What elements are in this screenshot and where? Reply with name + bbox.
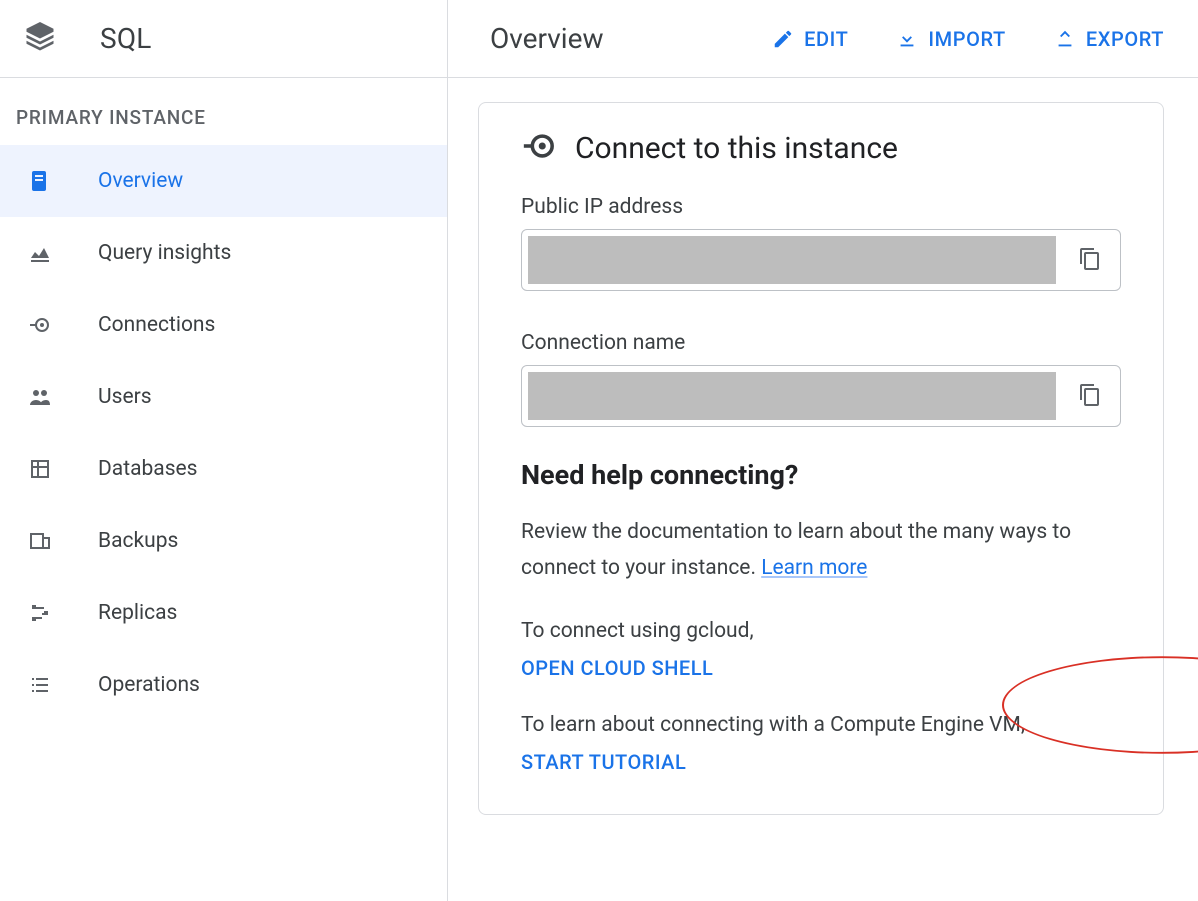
connect-icon (521, 129, 555, 167)
open-cloud-shell-button[interactable]: OPEN CLOUD SHELL (521, 656, 713, 680)
connections-icon (28, 313, 56, 337)
sidebar-item-users[interactable]: Users (0, 361, 447, 433)
help-text: Review the documentation to learn about … (521, 515, 1121, 586)
edit-button[interactable]: EDIT (772, 27, 848, 51)
edit-label: EDIT (804, 27, 848, 51)
sidebar-item-label: Users (98, 385, 152, 409)
public-ip-value (528, 236, 1056, 284)
users-icon (28, 385, 56, 409)
export-button[interactable]: EXPORT (1054, 27, 1164, 51)
sidebar: SQL PRIMARY INSTANCE Overview Query insi… (0, 0, 448, 901)
overview-icon (28, 169, 56, 193)
import-label: IMPORT (928, 27, 1005, 51)
copy-connection-name-button[interactable] (1078, 383, 1102, 410)
sidebar-item-label: Backups (98, 529, 178, 553)
connect-card: Connect to this instance Public IP addre… (478, 102, 1164, 815)
sidebar-item-label: Databases (98, 457, 198, 481)
edit-icon (772, 28, 794, 50)
gcloud-intro: To connect using gcloud, (521, 614, 1121, 650)
insights-icon (28, 241, 56, 265)
import-button[interactable]: IMPORT (896, 27, 1005, 51)
copy-public-ip-button[interactable] (1078, 247, 1102, 274)
sidebar-item-label: Operations (98, 673, 200, 697)
sidebar-item-operations[interactable]: Operations (0, 649, 447, 721)
copy-icon (1078, 383, 1102, 407)
sidebar-item-label: Query insights (98, 241, 231, 265)
operations-icon (28, 673, 56, 697)
sidebar-header: SQL (0, 0, 447, 78)
sidebar-item-connections[interactable]: Connections (0, 289, 447, 361)
databases-icon (28, 457, 56, 481)
content: Connect to this instance Public IP addre… (448, 78, 1198, 815)
import-icon (896, 28, 918, 50)
sidebar-item-label: Overview (98, 169, 183, 193)
sidebar-item-overview[interactable]: Overview (0, 145, 447, 217)
help-title: Need help connecting? (521, 459, 1121, 491)
replicas-icon (28, 601, 56, 625)
copy-icon (1078, 247, 1102, 271)
public-ip-label: Public IP address (521, 195, 1121, 219)
start-tutorial-button[interactable]: START TUTORIAL (521, 750, 686, 774)
sidebar-item-databases[interactable]: Databases (0, 433, 447, 505)
sidebar-item-label: Replicas (98, 601, 177, 625)
connect-card-title: Connect to this instance (575, 131, 898, 166)
product-title: SQL (100, 22, 152, 55)
backups-icon (28, 529, 56, 553)
main: Overview EDIT IMPORT EXPORT Connect (448, 0, 1198, 901)
main-header: Overview EDIT IMPORT EXPORT (448, 0, 1198, 78)
connection-name-label: Connection name (521, 331, 1121, 355)
connection-name-field (521, 365, 1121, 427)
export-icon (1054, 28, 1076, 50)
sidebar-nav: Overview Query insights Connections User… (0, 145, 447, 721)
sidebar-item-backups[interactable]: Backups (0, 505, 447, 577)
page-title: Overview (490, 22, 724, 55)
sidebar-item-replicas[interactable]: Replicas (0, 577, 447, 649)
gce-intro: To learn about connecting with a Compute… (521, 708, 1121, 744)
sidebar-section-label: PRIMARY INSTANCE (0, 78, 447, 145)
learn-more-link[interactable]: Learn more (761, 556, 867, 580)
connection-name-value (528, 372, 1056, 420)
sidebar-item-query-insights[interactable]: Query insights (0, 217, 447, 289)
export-label: EXPORT (1086, 27, 1164, 51)
public-ip-field (521, 229, 1121, 291)
sidebar-item-label: Connections (98, 313, 215, 337)
sql-logo-icon (22, 19, 58, 59)
